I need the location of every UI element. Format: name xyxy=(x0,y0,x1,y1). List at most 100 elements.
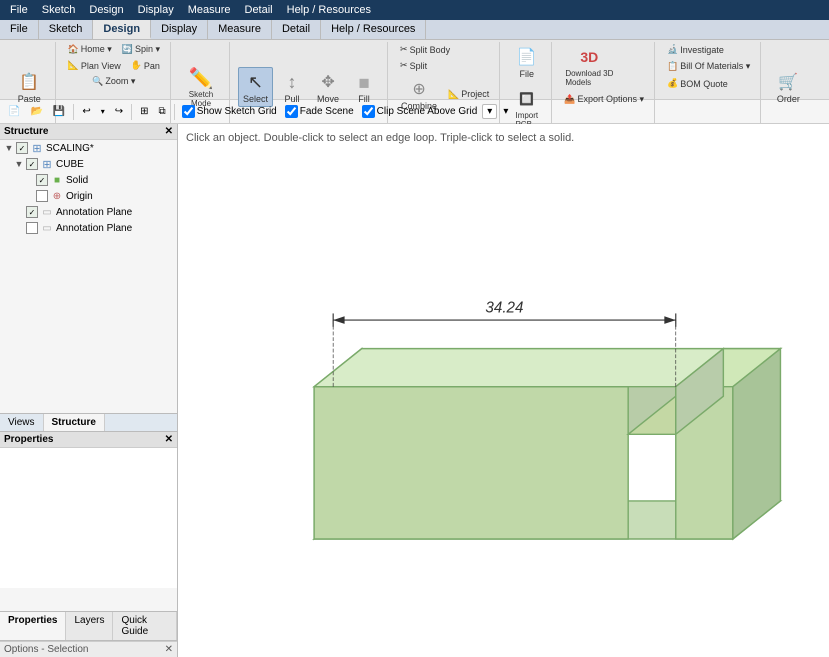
grid-dropdown[interactable]: ▾ xyxy=(482,104,497,119)
origin-spacer xyxy=(24,191,34,201)
options-close-icon[interactable]: ✕ xyxy=(165,644,173,655)
undo-dropdown[interactable]: ▾ xyxy=(97,105,109,118)
move-button[interactable]: ✥ Move xyxy=(311,67,345,107)
investigate-icon: 🔬 xyxy=(667,44,678,55)
cube-expand-icon: ▼ xyxy=(14,159,24,169)
new-button[interactable]: 📄 xyxy=(4,104,24,119)
redo-button[interactable]: ↪ xyxy=(111,104,127,119)
folder-icon: 📂 xyxy=(30,106,42,117)
splitbody-button[interactable]: ✂ Split Body xyxy=(396,42,454,57)
select-button[interactable]: ↖ Select xyxy=(238,67,273,107)
save-icon: 💾 xyxy=(53,106,65,117)
menu-help[interactable]: Help / Resources xyxy=(281,2,377,18)
toolbar-more[interactable]: ▾ xyxy=(499,104,512,119)
ribbon-tab-measure[interactable]: Measure xyxy=(208,20,272,39)
dim-arrow-right xyxy=(664,316,675,324)
open-button[interactable]: 📂 xyxy=(26,104,46,119)
paste-button[interactable]: 📋 Paste xyxy=(12,67,46,107)
fade-scene-check[interactable]: Fade Scene xyxy=(282,104,357,119)
menu-detail[interactable]: Detail xyxy=(239,2,279,18)
tree-item-cube[interactable]: ▼ ✓ ⊞ CUBE xyxy=(10,156,177,172)
layers-tab[interactable]: Layers xyxy=(66,612,113,640)
ap2-icon: ▭ xyxy=(40,221,54,235)
ribbon-tab-detail[interactable]: Detail xyxy=(272,20,321,39)
sidebar: Structure ✕ ▼ ✓ ⊞ SCALING* ▼ ✓ ⊞ CUBE ✓ … xyxy=(0,124,178,657)
cube-checkbox[interactable]: ✓ xyxy=(26,158,38,170)
order-button[interactable]: 🛒 Order xyxy=(771,67,805,107)
origin-label: Origin xyxy=(66,191,93,202)
clip-scene-check[interactable]: Clip Scene Above Grid xyxy=(359,104,481,119)
pan-button[interactable]: ✋ Pan xyxy=(127,58,164,73)
download3d-button[interactable]: 3D Download 3DModels xyxy=(560,42,618,90)
ribbon-tab-file[interactable]: File xyxy=(0,20,39,39)
toolbar-separator-3 xyxy=(174,104,175,120)
menu-sketch[interactable]: Sketch xyxy=(36,2,82,18)
properties-header: Properties ✕ xyxy=(0,432,177,448)
toolbar-extra-2[interactable]: ⧉ xyxy=(155,104,170,119)
tree-item-solid[interactable]: ✓ ■ Solid xyxy=(20,172,177,188)
solid-checkbox[interactable]: ✓ xyxy=(36,174,48,186)
tree-item-scaling[interactable]: ▼ ✓ ⊞ SCALING* xyxy=(0,140,177,156)
menu-design[interactable]: Design xyxy=(83,2,129,18)
toolbar-extra-1[interactable]: ⊞ xyxy=(136,104,152,119)
select-icon: ↖ xyxy=(244,70,268,94)
home-icon: 🏠 xyxy=(68,44,79,55)
toolbar-separator-1 xyxy=(73,104,74,120)
show-sketch-grid-check[interactable]: Show Sketch Grid xyxy=(179,104,280,119)
splitbody-icon: ✂ xyxy=(400,44,408,55)
options-bar: Options - Selection ✕ xyxy=(0,641,177,657)
scaling-label: SCALING* xyxy=(46,143,94,154)
spin-button[interactable]: 🔄 Spin ▾ xyxy=(118,42,164,57)
properties-content xyxy=(0,448,177,588)
ribbon-tab-display[interactable]: Display xyxy=(151,20,208,39)
menu-display[interactable]: Display xyxy=(132,2,180,18)
properties-tab[interactable]: Properties xyxy=(0,612,66,640)
ap1-icon: ▭ xyxy=(40,205,54,219)
investigate-button[interactable]: 🔬 Investigate xyxy=(663,42,728,57)
fill-button[interactable]: ◼ Fill xyxy=(347,67,381,107)
planview-button[interactable]: 📐 Plan View xyxy=(64,58,125,73)
move-icon: ✥ xyxy=(316,70,340,94)
shape-container: 34.24 xyxy=(238,184,809,637)
quickguide-tab[interactable]: Quick Guide xyxy=(113,612,177,640)
3d-shape-svg: 34.24 xyxy=(238,184,809,637)
billofmaterials-button[interactable]: 📋 Bill Of Materials ▾ xyxy=(663,59,754,74)
pull-button[interactable]: ↕ Pull xyxy=(275,67,309,107)
viewport[interactable]: Click an object. Double-click to select … xyxy=(178,124,829,657)
views-tab[interactable]: Views xyxy=(0,414,44,431)
order-icon: 🛒 xyxy=(776,70,800,94)
split-button[interactable]: ✂ Split xyxy=(396,58,431,73)
zoom-button[interactable]: 🔍 Zoom ▾ xyxy=(88,74,139,89)
origin-checkbox[interactable] xyxy=(36,190,48,202)
exportoptions-button[interactable]: 📤 Export Options ▾ xyxy=(560,92,648,107)
origin-icon: ⊕ xyxy=(50,189,64,203)
tree-item-annotationplane2[interactable]: ▭ Annotation Plane xyxy=(10,220,177,236)
ribbon-tab-help[interactable]: Help / Resources xyxy=(321,20,426,39)
ap1-checkbox[interactable]: ✓ xyxy=(26,206,38,218)
home-button[interactable]: 🏠 Home ▾ xyxy=(64,42,116,57)
ap1-label: Annotation Plane xyxy=(56,207,132,218)
tree-item-origin[interactable]: ⊕ Origin xyxy=(20,188,177,204)
save-button[interactable]: 💾 xyxy=(49,104,69,119)
properties-panel: Properties ✕ xyxy=(0,432,177,612)
undo-button[interactable]: ↩ xyxy=(78,104,94,119)
redo-icon: ↪ xyxy=(115,106,123,117)
bomquote-icon: 💰 xyxy=(667,78,678,89)
pull-icon: ↕ xyxy=(280,70,304,94)
structure-collapse-icon[interactable]: ✕ xyxy=(165,126,173,137)
structure-header: Structure ✕ xyxy=(0,124,177,140)
shape-front-face xyxy=(314,387,628,539)
ribbon-tab-design[interactable]: Design xyxy=(93,20,151,39)
tree-item-annotationplane1[interactable]: ✓ ▭ Annotation Plane xyxy=(10,204,177,220)
split-icon: ✂ xyxy=(400,60,408,71)
menu-measure[interactable]: Measure xyxy=(182,2,237,18)
structure-tab[interactable]: Structure xyxy=(44,414,105,431)
properties-collapse-icon[interactable]: ✕ xyxy=(165,434,173,445)
menu-file[interactable]: File xyxy=(4,2,34,18)
ap2-checkbox[interactable] xyxy=(26,222,38,234)
file-button[interactable]: 📄 File xyxy=(510,42,544,82)
bomquote-button[interactable]: 💰 BOM Quote xyxy=(663,76,732,91)
spin-icon: 🔄 xyxy=(122,44,133,55)
ribbon-tab-sketch[interactable]: Sketch xyxy=(39,20,94,39)
scaling-checkbox[interactable]: ✓ xyxy=(16,142,28,154)
